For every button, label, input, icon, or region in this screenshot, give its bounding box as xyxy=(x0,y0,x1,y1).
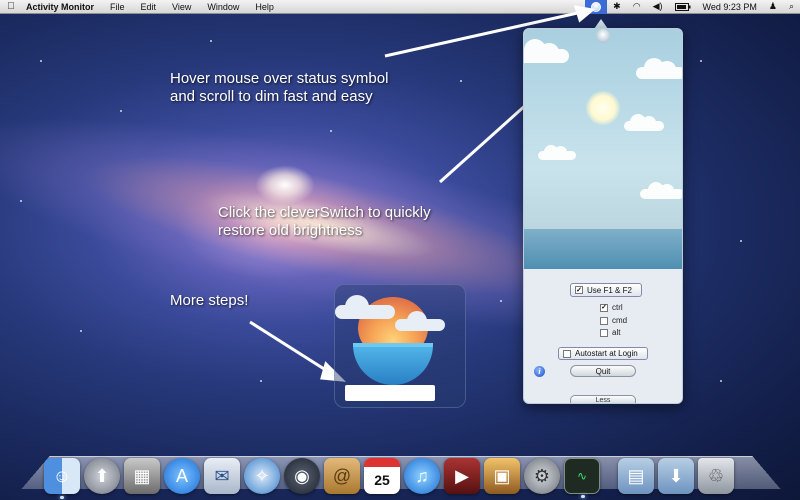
annotation-click: Click the cleverSwitch to quickly restor… xyxy=(218,204,431,240)
cmd-check-box xyxy=(600,316,608,325)
menu-app-name[interactable]: Activity Monitor xyxy=(22,2,102,12)
cloud-graphic xyxy=(624,114,664,131)
dock-trash-icon[interactable]: ♲ xyxy=(698,458,734,494)
ctrl-checkbox[interactable]: ✓ ctrl xyxy=(600,303,623,312)
dock: ☺ ⬆ ▦ A ✉ ✧ ◉ @ 25 ♫ ▶ ▣ ⚙ ∿ ▤ ⬇ ♲ xyxy=(44,448,774,499)
spotlight-icon[interactable]: ⌕ xyxy=(783,0,800,13)
use-f1-f2-check-icon: ✓ xyxy=(575,286,583,294)
dock-ical-icon[interactable]: 25 xyxy=(364,458,400,494)
annotation-click-line2: restore old brightness xyxy=(218,222,363,239)
clock-text[interactable]: Wed 9:23 PM xyxy=(697,0,763,13)
dock-downloads-folder-icon[interactable]: ⬇ xyxy=(658,458,694,494)
dock-address-book-icon[interactable]: @ xyxy=(324,458,360,494)
ical-day-number: 25 xyxy=(374,472,390,488)
menu-edit[interactable]: Edit xyxy=(133,2,165,12)
less-button[interactable]: Less xyxy=(570,395,636,403)
annotation-click-line1: Click the cleverSwitch to quickly xyxy=(218,204,431,221)
info-icon[interactable]: i xyxy=(534,366,545,377)
alt-check-box xyxy=(600,328,608,337)
bluetooth-icon[interactable]: ✱ xyxy=(607,0,627,13)
use-f1-f2-checkbox[interactable]: ✓ Use F1 & F2 xyxy=(570,283,642,297)
user-icon[interactable]: ♟ xyxy=(763,0,783,13)
app-cloud-graphic xyxy=(335,295,395,319)
cleverswitch-status-icon[interactable] xyxy=(585,0,608,14)
dock-mail-icon[interactable]: ✉ xyxy=(204,458,240,494)
use-f1-f2-label: Use F1 & F2 xyxy=(587,285,632,295)
dock-app-store-icon[interactable]: A xyxy=(164,458,200,494)
alt-checkbox[interactable]: alt xyxy=(600,328,620,337)
dock-iphoto-icon[interactable]: ▣ xyxy=(484,458,520,494)
panel-controls: ✓ Use F1 & F2 ✓ ctrl cmd alt Autostart a… xyxy=(524,269,682,403)
app-bowl-graphic xyxy=(353,343,433,385)
dock-activity-monitor-icon[interactable]: ∿ xyxy=(564,458,600,498)
menu-window[interactable]: Window xyxy=(199,2,247,12)
cloud-graphic xyxy=(538,145,576,160)
alt-label: alt xyxy=(612,328,621,337)
dock-finder-icon[interactable]: ☺ xyxy=(44,458,80,499)
cloud-graphic xyxy=(636,58,682,79)
cmd-label: cmd xyxy=(612,316,628,325)
dock-front-row-icon[interactable]: ▶ xyxy=(444,458,480,494)
ctrl-check-icon: ✓ xyxy=(600,303,608,312)
annotation-more-steps: More steps! xyxy=(170,292,249,309)
autostart-check-box xyxy=(563,349,571,358)
dock-dashboard-icon[interactable]: ▦ xyxy=(124,458,160,494)
quit-button[interactable]: Quit xyxy=(570,365,636,377)
ctrl-label: ctrl xyxy=(612,303,623,312)
cleverswitch-panel: ✓ Use F1 & F2 ✓ ctrl cmd alt Autostart a… xyxy=(523,28,683,404)
menu-bar:  Activity Monitor File Edit View Window… xyxy=(0,0,800,14)
annotation-hover-line2: and scroll to dim fast and easy xyxy=(170,88,373,105)
app-window-label xyxy=(345,385,435,401)
cleverswitch-logo-icon[interactable] xyxy=(596,29,610,43)
cloud-graphic xyxy=(524,39,569,63)
autostart-label: Autostart at Login xyxy=(575,349,638,358)
cloud-graphic xyxy=(640,182,682,199)
autostart-checkbox[interactable]: Autostart at Login xyxy=(558,347,648,360)
annotation-hover-line1: Hover mouse over status symbol xyxy=(170,70,389,87)
sun-graphic xyxy=(586,91,620,125)
cleverswitch-app-window[interactable] xyxy=(334,284,466,408)
volume-icon[interactable]: ◀) xyxy=(647,0,669,13)
dock-facetime-icon[interactable]: ◉ xyxy=(284,458,320,494)
dock-launchpad-icon[interactable]: ⬆ xyxy=(84,458,120,494)
dock-applications-folder-icon[interactable]: ▤ xyxy=(618,458,654,494)
dock-system-preferences-icon[interactable]: ⚙ xyxy=(524,458,560,494)
menu-file[interactable]: File xyxy=(102,2,133,12)
sea-graphic xyxy=(524,229,682,269)
battery-icon[interactable] xyxy=(669,0,697,13)
annotation-hover: Hover mouse over status symbol and scrol… xyxy=(170,70,388,106)
app-cloud-graphic xyxy=(395,311,445,331)
cmd-checkbox[interactable]: cmd xyxy=(600,316,627,325)
wifi-icon[interactable]: ◠ xyxy=(627,0,647,13)
apple-menu-icon[interactable]:  xyxy=(0,1,22,12)
menu-view[interactable]: View xyxy=(164,2,199,12)
menu-help[interactable]: Help xyxy=(247,2,282,12)
dock-safari-icon[interactable]: ✧ xyxy=(244,458,280,494)
dock-itunes-icon[interactable]: ♫ xyxy=(404,458,440,494)
